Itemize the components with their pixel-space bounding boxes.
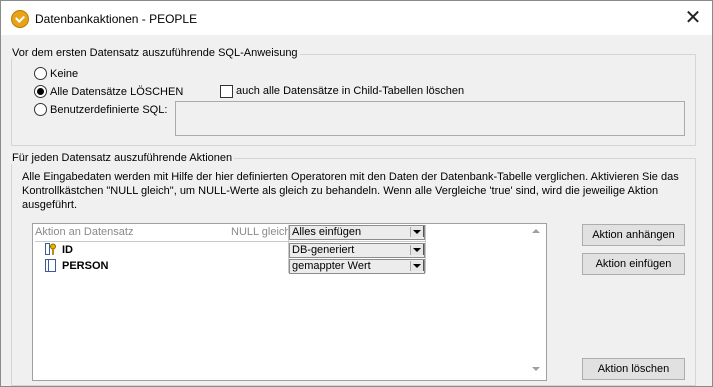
grid-right-divider xyxy=(425,225,426,273)
radio-custom-sql-button[interactable] xyxy=(34,103,47,116)
per-record-actions-legend: Für jeden Datensatz auszuführende Aktion… xyxy=(10,152,235,164)
radio-custom-sql-label: Benutzerdefinierte SQL: xyxy=(50,103,168,116)
database-actions-dialog: Datenbankaktionen - PEOPLE ✕ Vor dem ers… xyxy=(0,0,713,387)
append-action-button[interactable]: Aktion anhängen xyxy=(582,224,685,246)
chevron-down-icon[interactable] xyxy=(410,260,424,271)
radio-custom-sql[interactable]: Benutzerdefinierte SQL: xyxy=(34,103,167,116)
delete-action-button[interactable]: Aktion löschen xyxy=(582,358,685,380)
radio-delete-all[interactable]: Alle Datensätze LÖSCHEN xyxy=(34,85,183,98)
scroll-up-icon[interactable] xyxy=(532,229,540,233)
table-row: PERSON gemappter Wert xyxy=(33,258,425,274)
radio-none-label: Keine xyxy=(50,67,79,80)
row-person-value-dropdown[interactable]: gemappter Wert xyxy=(289,259,425,274)
before-first-record-legend: Vor dem ersten Datensatz auszuführende S… xyxy=(10,47,300,59)
title-bar: Datenbankaktionen - PEOPLE ✕ xyxy=(1,1,712,35)
key-column-icon xyxy=(45,243,56,255)
grid-vertical-scrollbar[interactable] xyxy=(529,224,544,380)
chevron-down-icon[interactable] xyxy=(410,244,424,255)
grid-column-divider xyxy=(288,225,289,273)
action-type-value: Alles einfügen xyxy=(292,226,362,238)
description-line-1: Alle Eingabedaten werden mit Hilfe der h… xyxy=(22,171,679,183)
scroll-down-icon[interactable] xyxy=(532,367,540,371)
child-tables-delete-label: auch alle Datensätze in Child-Tabellen l… xyxy=(236,85,465,97)
close-button[interactable]: ✕ xyxy=(682,7,704,29)
description-line-2: Kontrollkästchen "NULL gleich", um NULL-… xyxy=(22,185,659,197)
window-title: Datenbankaktionen - PEOPLE xyxy=(35,12,198,26)
action-grid: Aktion an Datensatz NULL gleich Alles ei… xyxy=(32,223,547,381)
row-label-id: ID xyxy=(62,244,73,256)
row-id-value-dropdown[interactable]: DB-generiert xyxy=(289,243,425,258)
custom-sql-field[interactable] xyxy=(175,101,685,136)
radio-delete-all-button[interactable] xyxy=(34,85,47,98)
column-icon xyxy=(45,259,56,272)
chevron-down-icon[interactable] xyxy=(410,226,424,237)
description-line-3: ausgeführt. xyxy=(22,199,78,211)
row-person-value: gemappter Wert xyxy=(292,260,371,272)
mapforce-app-icon xyxy=(11,10,29,28)
table-row: ID DB-generiert xyxy=(33,242,425,258)
action-type-dropdown[interactable]: Alles einfügen xyxy=(289,225,425,240)
radio-none[interactable]: Keine xyxy=(34,67,78,80)
grid-header-null-equal: NULL gleich xyxy=(231,226,291,238)
row-id-value: DB-generiert xyxy=(292,244,355,256)
grid-header-action: Aktion an Datensatz xyxy=(35,226,134,238)
child-tables-delete-checkbox[interactable] xyxy=(220,85,233,98)
radio-none-button[interactable] xyxy=(34,67,47,80)
insert-action-button[interactable]: Aktion einfügen xyxy=(582,253,685,275)
radio-delete-all-label: Alle Datensätze LÖSCHEN xyxy=(50,85,184,98)
row-label-person: PERSON xyxy=(62,260,109,272)
